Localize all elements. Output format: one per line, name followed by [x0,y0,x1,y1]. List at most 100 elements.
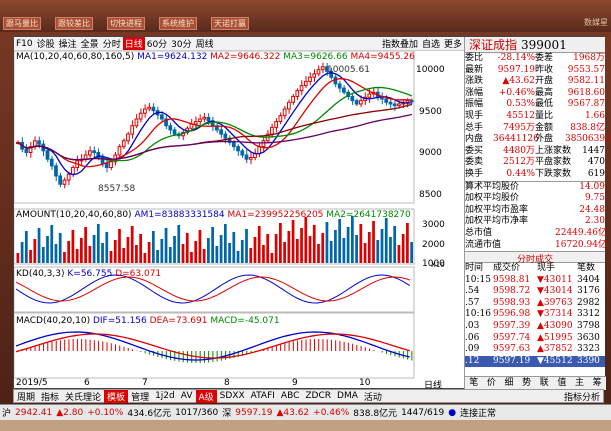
volume-bar [389,237,392,263]
volume-bar [376,240,380,263]
quote-cell: 0.53% [506,99,535,110]
quote-value: 14.09 [579,181,605,192]
top-button-1[interactable]: 跟马量比 [3,17,41,30]
candle-body [202,116,207,120]
indicator-tab[interactable]: SDXX [217,391,248,401]
indicator-tab[interactable]: 指标 [38,390,62,403]
tool-60m[interactable]: 60分 [145,37,169,50]
volume-bar [20,242,24,263]
volume-bar [329,241,333,263]
tool-overview[interactable]: 全景 [79,37,101,50]
trade-cell: 10:15 [465,274,491,285]
candle-body [62,179,67,185]
indicator-analysis-button[interactable]: 指标分析 [561,390,603,403]
status-sz-index: 9597.19 [235,407,273,418]
indicator-tab[interactable]: AV [178,391,196,401]
quote-value: 22449.46亿 [555,227,607,238]
volume-bar [406,223,409,263]
candle-body [58,175,63,185]
indicator-tab[interactable]: 周期 [14,390,38,403]
quote-cell: 委买 [465,145,484,156]
top-button-5[interactable]: 天诺打赢 [211,17,249,30]
trade-cell: 3630 [577,332,600,343]
quote-cell: 9597.19 [497,64,535,75]
trade-tab[interactable]: 分时成交 [465,251,605,265]
candle-body [71,167,75,175]
quote-header: 深证成指 399001 [465,37,605,53]
x-date-6: 6 [84,378,90,388]
quote-label: 加权平均股价 [465,193,520,204]
volume-bar [372,221,375,263]
volume-bar [88,246,92,263]
indicator-tab[interactable]: 管理 [128,390,152,403]
trade-cell: 9598.72 [493,286,531,297]
indicator-tab[interactable]: ZDCR [302,391,334,401]
tool-op[interactable]: 操注 [57,37,79,50]
trade-cell: 9597.74 [493,332,531,343]
status-sh-change: ▲2.80 [56,407,84,418]
indicator-tab[interactable]: 模板 [104,389,129,403]
kd-d-line [15,276,410,302]
tool-watchlist[interactable]: 自选 [420,37,442,50]
indicator-tab[interactable]: ATAFI [248,391,278,401]
indicator-tab[interactable]: A级 [195,389,217,403]
indicator-tab[interactable]: 1j2d [152,391,178,401]
candle-body [198,118,202,123]
quote-cell: 9582.11 [567,76,605,87]
candle-body [83,154,88,160]
volume-bar [109,251,113,263]
candle-body [384,98,389,103]
kline-chart[interactable] [13,50,464,390]
quote-cell: 量比 [535,110,554,121]
volume-bar [350,216,354,263]
ma1-value: MA1=9624.132 [137,52,208,62]
candle-body [172,129,177,135]
top-button-3[interactable]: 切快进程 [107,17,145,30]
indicator-tab[interactable]: DMA [334,391,361,401]
top-toolbar: 跟马量比 跟较差比 切快进程 系统维护 天诺打赢 数媒星 [0,0,611,32]
candle-body [193,121,198,125]
candle-body [397,103,401,107]
volume-bar [160,239,164,263]
volume-bar [397,245,401,263]
quote-value: 24.48 [579,204,605,215]
tool-diag[interactable]: 诊股 [35,37,57,50]
indicator-tab[interactable]: ABC [278,391,302,401]
volume-bar [37,228,41,263]
chart-area[interactable]: MA(10,20,40,60,80,160,5) MA1=9624.132 MA… [13,50,464,391]
candle-body [109,161,113,169]
quote-cell: 上涨家数 [535,145,572,156]
volume-bar [126,237,130,263]
candle-body [126,133,130,142]
indicator-tab[interactable]: 关氏理论 [62,390,104,403]
tool-30m[interactable]: 30分 [169,37,193,50]
tool-intraday[interactable]: 分时 [101,37,123,50]
candle-body [49,158,54,167]
volume-bar [54,244,58,263]
candle-body [342,87,346,93]
trade-cell: 9598.93 [493,297,531,308]
quote-cell: 0.44% [506,168,535,179]
trade-cell: .12 [465,355,480,366]
quote-code: 399001 [521,38,567,52]
volume-bar [355,235,358,263]
candle-body [282,108,287,117]
top-button-4[interactable]: 系统维护 [159,17,197,30]
indicator-tab[interactable]: 活动 [361,390,385,403]
macd-legend: MACD(40,20,10) DIF=51.156 DEA=73.691 MAC… [16,316,280,326]
quote-cell: 9567.87 [567,99,605,110]
candle-body [350,95,355,102]
tool-index-overlay[interactable]: 指数叠加 [380,37,420,50]
trade-cell: 9597.63 [493,344,531,355]
tool-daily[interactable]: 日线 [122,37,145,50]
top-button-2[interactable]: 跟较差比 [55,17,93,30]
status-sh-amount: 434.6亿元 [127,409,172,419]
tool-more[interactable]: 更多 [442,37,464,50]
tool-f10[interactable]: F10 [14,39,35,49]
indicator-tabbar: 周期 指标 关氏理论 模板 管理 1j2d AV A级 SDXX ATAFI ABC ZDCR DMA 活… [13,389,604,403]
tool-weekly[interactable]: 周线 [194,37,216,50]
quote-label: 总市值 [465,227,493,238]
quote-cell: 总手 [465,122,484,133]
candle-body [248,157,253,160]
quote-row-2: 加权平均市净率 2.30 [465,216,605,228]
